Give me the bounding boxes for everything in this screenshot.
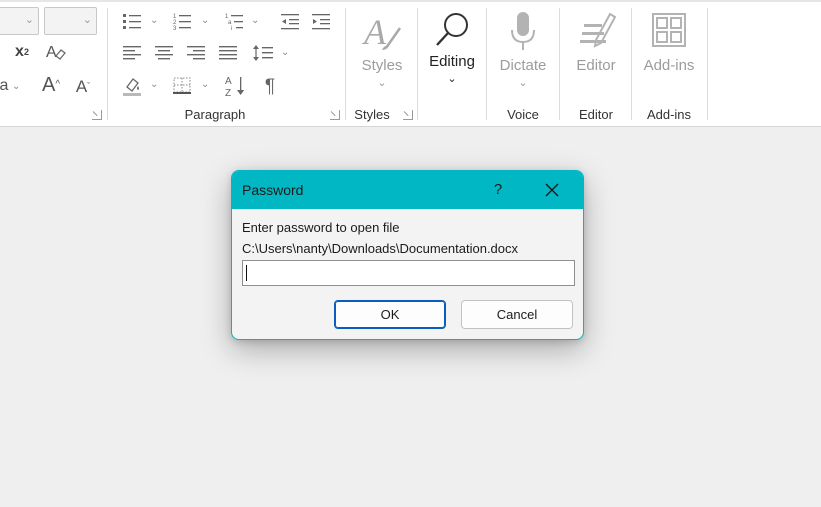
- numbering-icon[interactable]: 123: [171, 11, 193, 31]
- align-center-icon[interactable]: [153, 43, 175, 63]
- group-separator: [417, 8, 418, 120]
- grow-font-icon[interactable]: A ^: [39, 74, 63, 96]
- svg-text:Z: Z: [225, 88, 231, 98]
- search-icon: [436, 13, 468, 46]
- superscript-mark: 2: [23, 46, 29, 57]
- sort-icon[interactable]: AZ: [224, 74, 248, 98]
- svg-text:A: A: [362, 12, 387, 52]
- help-button[interactable]: ?: [491, 181, 505, 198]
- addins-grid-icon: [652, 13, 686, 47]
- increase-indent-icon[interactable]: [310, 11, 332, 31]
- editor-button[interactable]: Editor: [567, 10, 625, 74]
- clear-formatting-letter: A: [46, 44, 57, 61]
- voice-group-label: Voice: [507, 107, 539, 122]
- group-separator: [707, 8, 708, 120]
- addins-button[interactable]: Add-ins: [640, 10, 698, 74]
- chevron-down-icon[interactable]: ⌄: [150, 15, 158, 26]
- bullets-icon[interactable]: [121, 11, 143, 31]
- svg-text:3: 3: [173, 26, 177, 30]
- cancel-button[interactable]: Cancel: [461, 300, 573, 329]
- superscript-icon[interactable]: x2: [12, 42, 32, 62]
- align-left-icon[interactable]: [121, 43, 143, 63]
- group-separator: [486, 8, 487, 120]
- styles-dialog-launcher-icon[interactable]: [403, 110, 413, 120]
- font-name-combo[interactable]: ⌄: [0, 7, 39, 35]
- chevron-down-icon: ⌄: [518, 77, 528, 89]
- styles-button[interactable]: A Styles ⌄: [355, 10, 409, 89]
- chevron-down-icon[interactable]: ⌄: [251, 15, 259, 26]
- styles-icon: A: [362, 12, 402, 52]
- editor-group-label: Editor: [579, 107, 613, 122]
- dialog-title: Password: [242, 182, 304, 198]
- shrink-font-icon[interactable]: Aˇ: [72, 75, 94, 97]
- file-path: C:\Users\nanty\Downloads\Documentation.d…: [242, 241, 519, 256]
- addins-label: Add-ins: [643, 57, 695, 74]
- chevron-down-icon: ⌄: [377, 77, 387, 89]
- paragraph-dialog-launcher-icon[interactable]: [330, 110, 340, 120]
- chevron-down-icon: ⌄: [24, 14, 34, 26]
- borders-icon[interactable]: [171, 75, 193, 97]
- align-right-icon[interactable]: [185, 43, 207, 63]
- dictate-button[interactable]: Dictate ⌄: [494, 10, 552, 89]
- editing-label: Editing: [429, 53, 475, 70]
- chevron-down-icon[interactable]: ⌄: [201, 79, 209, 90]
- styles-group-label: Styles: [354, 107, 390, 122]
- ribbon-top-border: [0, 0, 821, 2]
- chevron-down-icon: ⌄: [447, 73, 457, 85]
- font-dialog-launcher-icon[interactable]: [92, 110, 102, 120]
- group-separator: [107, 8, 108, 120]
- password-input[interactable]: [242, 260, 575, 286]
- decrease-indent-icon[interactable]: [279, 11, 301, 31]
- shading-icon[interactable]: [121, 75, 143, 97]
- ribbon: ⌄ ⌄ x2 A a ⌄ A ^ Aˇ ⌄ 123 ⌄ 1ai ⌄ ⌄ ⌄ ⌄ …: [0, 0, 821, 127]
- clear-formatting-icon[interactable]: A: [44, 42, 68, 62]
- font-color-partial[interactable]: a: [0, 76, 9, 96]
- superscript-letter: x: [15, 43, 24, 60]
- dictate-label: Dictate: [499, 57, 547, 74]
- line-spacing-icon[interactable]: [251, 43, 275, 63]
- paragraph-group-label: Paragraph: [184, 107, 246, 122]
- grow-font-letter: A: [41, 74, 56, 96]
- chevron-down-icon: ⌄: [82, 14, 92, 26]
- editing-button[interactable]: Editing ⌄: [423, 8, 481, 85]
- microphone-icon: [511, 12, 535, 50]
- chevron-down-icon[interactable]: ⌄: [281, 47, 289, 58]
- close-icon[interactable]: [544, 182, 560, 198]
- justify-icon[interactable]: [217, 43, 239, 63]
- editor-label: Editor: [576, 57, 616, 74]
- password-prompt: Enter password to open file: [242, 220, 400, 235]
- dialog-titlebar[interactable]: Password ?: [232, 171, 583, 209]
- text-caret: [246, 265, 247, 281]
- chevron-down-icon[interactable]: ⌄: [150, 79, 158, 90]
- group-separator: [345, 8, 346, 120]
- shrink-font-letter: A: [75, 76, 88, 96]
- chevron-down-icon[interactable]: ⌄: [201, 15, 209, 26]
- group-separator: [631, 8, 632, 120]
- ok-button[interactable]: OK: [334, 300, 446, 329]
- addins-group-label: Add-ins: [646, 107, 692, 122]
- svg-text:A: A: [225, 76, 232, 87]
- group-separator: [559, 8, 560, 120]
- multilevel-list-icon[interactable]: 1ai: [223, 11, 245, 31]
- pilcrow-icon[interactable]: ¶: [260, 75, 280, 97]
- chevron-down-icon[interactable]: ⌄: [12, 81, 20, 92]
- svg-text:i: i: [231, 26, 232, 30]
- font-size-combo[interactable]: ⌄: [44, 7, 97, 35]
- editor-pen-icon: [580, 12, 617, 48]
- styles-label: Styles: [361, 57, 403, 74]
- password-dialog: Password ? Enter password to open file C…: [231, 170, 584, 340]
